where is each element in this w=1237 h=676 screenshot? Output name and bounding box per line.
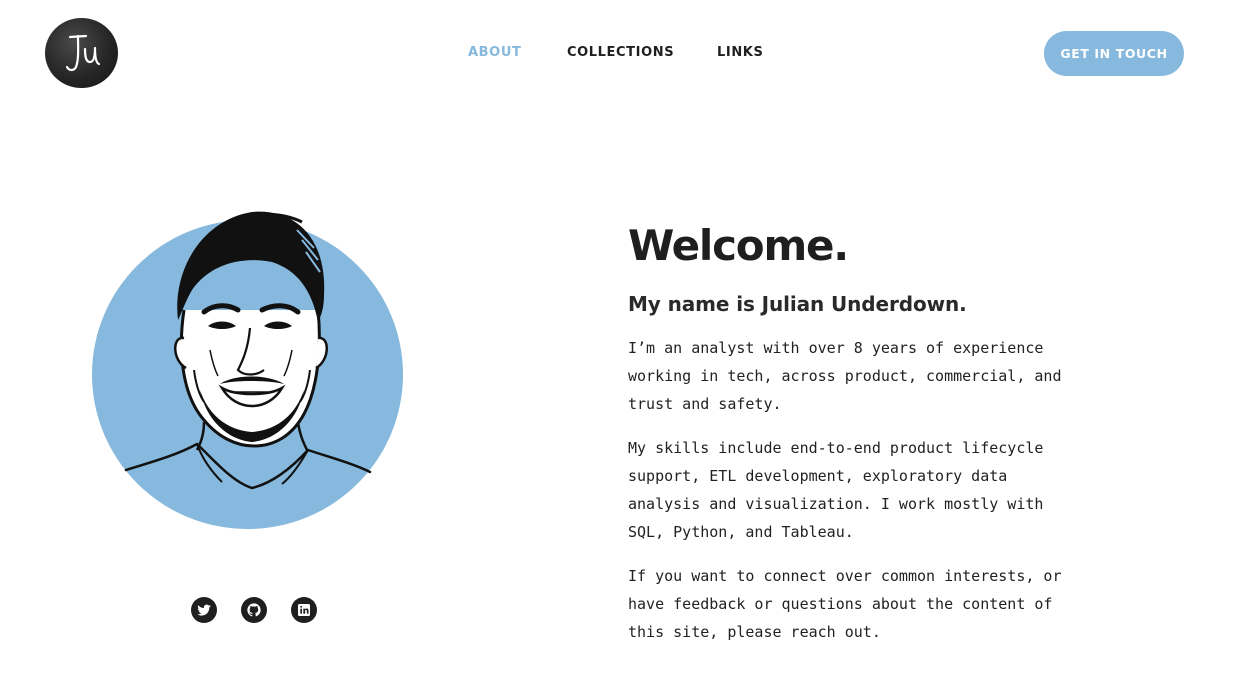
skills-paragraph: My skills include end-to-end product lif…: [628, 439, 1044, 541]
nav-collections[interactable]: COLLECTIONS: [567, 45, 674, 60]
nav-about[interactable]: ABOUT: [468, 45, 521, 60]
portrait-face-drawing: [124, 211, 372, 490]
nav-links[interactable]: LINKS: [717, 45, 763, 60]
social-links: [191, 597, 321, 623]
page-title: Welcome.: [628, 221, 849, 270]
portrait-illustration: [92, 200, 404, 530]
get-in-touch-button[interactable]: GET IN TOUCH: [1044, 31, 1184, 76]
intro-subtitle: My name is Julian Underdown.: [628, 292, 967, 316]
twitter-icon[interactable]: [191, 597, 217, 623]
github-icon[interactable]: [241, 597, 267, 623]
welcome-section: Welcome. My name is Julian Underdown. I’…: [628, 220, 1088, 646]
bio-paragraph: I’m an analyst with over 8 years of expe…: [628, 339, 1062, 413]
contact-paragraph: If you want to connect over common inter…: [628, 567, 1062, 641]
linkedin-icon[interactable]: [291, 597, 317, 623]
